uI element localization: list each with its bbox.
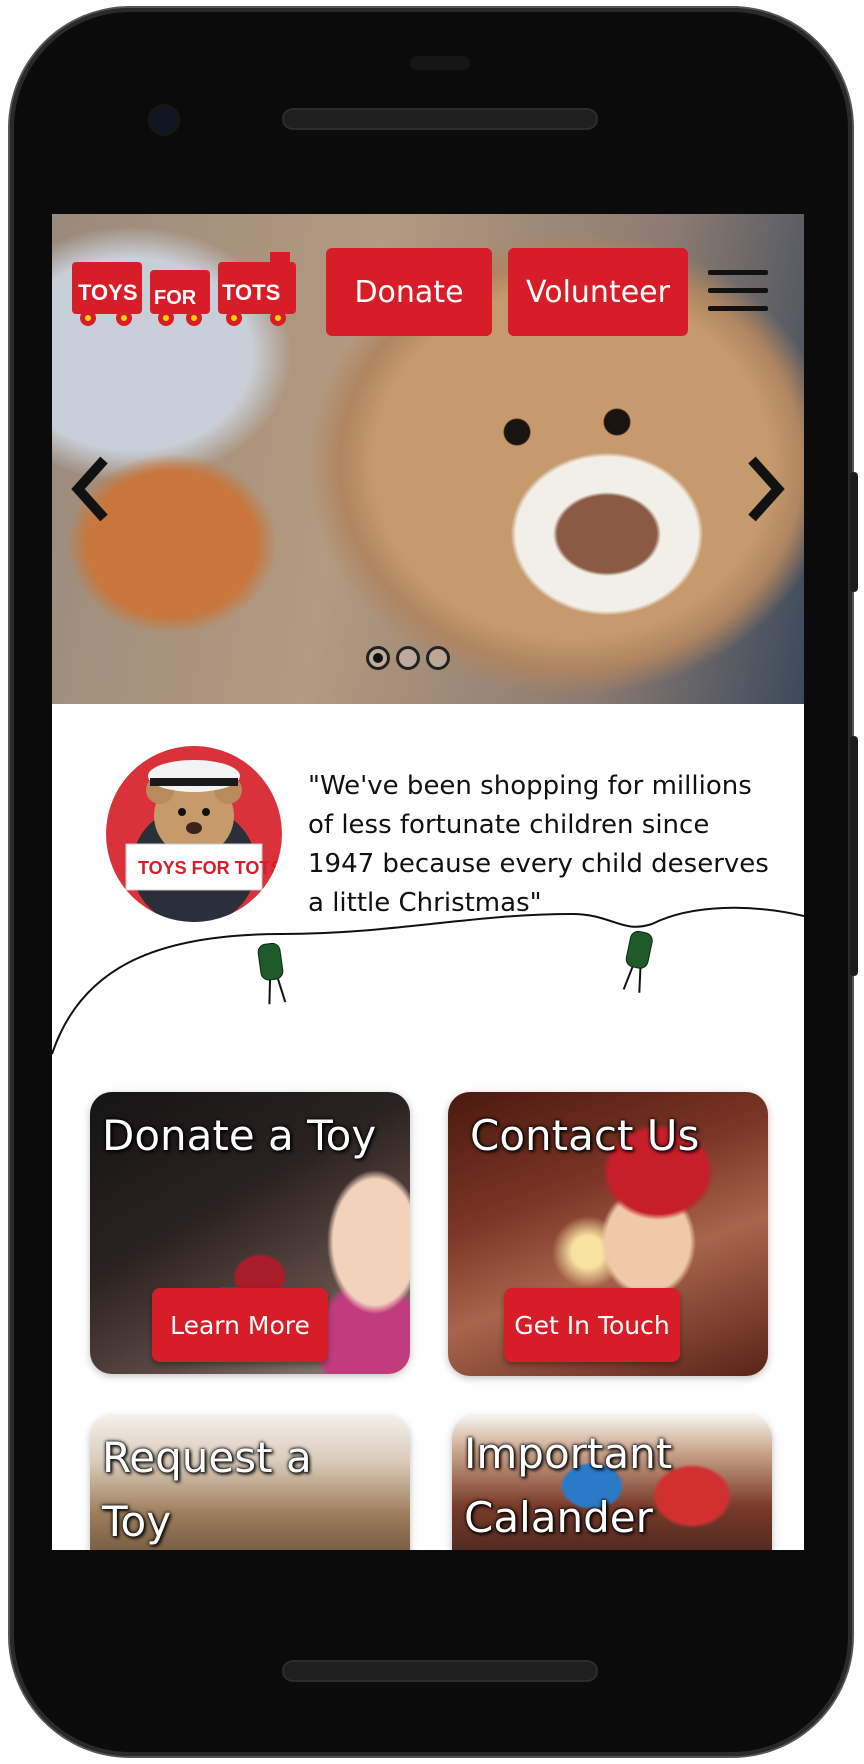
carousel-dot-1[interactable] xyxy=(366,646,390,670)
card-title: Request a Toy xyxy=(102,1433,312,1546)
svg-text:TOYS FOR TOTS: TOYS FOR TOTS xyxy=(138,858,282,878)
request-toy-card[interactable]: Request a Toy xyxy=(90,1416,410,1550)
screen: TOYS FOR TOTS Donate Volunteer TOYS FOR … xyxy=(52,214,804,1550)
volume-button[interactable] xyxy=(850,736,858,976)
chevron-left-icon[interactable] xyxy=(70,454,112,524)
get-in-touch-button[interactable]: Get In Touch xyxy=(504,1288,680,1362)
svg-text:FOR: FOR xyxy=(154,287,197,309)
volunteer-button[interactable]: Volunteer xyxy=(508,248,688,336)
learn-more-button[interactable]: Learn More xyxy=(152,1288,328,1362)
bottom-speaker xyxy=(282,1660,598,1682)
power-button[interactable] xyxy=(850,472,858,592)
carousel-dot-3[interactable] xyxy=(426,646,450,670)
carousel-dot-2[interactable] xyxy=(396,646,420,670)
toys-for-tots-logo[interactable]: TOYS FOR TOTS xyxy=(70,252,310,332)
svg-text:TOTS: TOTS xyxy=(222,280,280,305)
phone-frame: TOYS FOR TOTS Donate Volunteer TOYS FOR … xyxy=(10,8,858,1756)
top-speaker xyxy=(282,108,598,130)
card-title: Important Calander xyxy=(464,1429,673,1542)
hamburger-menu-icon[interactable] xyxy=(708,270,770,316)
svg-text:TOYS: TOYS xyxy=(78,280,138,305)
card-title: Contact Us xyxy=(470,1111,700,1160)
donate-button[interactable]: Donate xyxy=(326,248,492,336)
contact-us-card[interactable]: Contact Us Get In Touch xyxy=(448,1092,768,1376)
earpiece xyxy=(410,56,470,70)
mission-quote: "We've been shopping for millions of les… xyxy=(308,771,769,918)
card-title: Donate a Toy xyxy=(102,1111,377,1160)
carousel-indicators xyxy=(366,646,450,670)
donate-toy-card[interactable]: Donate a Toy Learn More xyxy=(90,1092,410,1374)
marine-bear-image: TOYS FOR TOTS xyxy=(106,746,282,922)
chevron-right-icon[interactable] xyxy=(744,454,786,524)
hero-carousel: TOYS FOR TOTS Donate Volunteer xyxy=(52,214,804,704)
important-calendar-card[interactable]: Important Calander xyxy=(452,1416,772,1550)
front-camera xyxy=(148,104,180,136)
